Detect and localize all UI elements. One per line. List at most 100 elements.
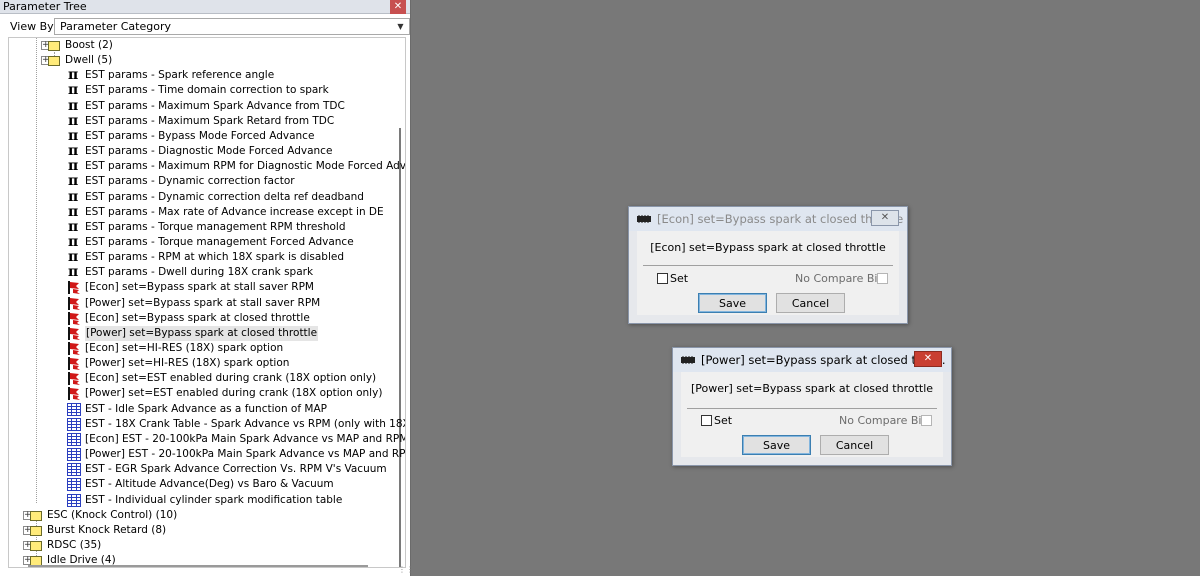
table-icon (67, 463, 81, 477)
tree-item-label: [Power] EST - 20-100kPa Main Spark Advan… (85, 448, 406, 461)
pi-icon: π (68, 97, 79, 114)
dialog-titlebar[interactable]: [Econ] set=Bypass spark at closed thrott… (629, 207, 907, 231)
chip-icon (637, 215, 651, 223)
pi-icon: π (68, 203, 79, 220)
save-button[interactable]: Save (698, 293, 767, 313)
tree-item-label: EST params - Time domain correction to s… (85, 84, 329, 97)
divider (643, 265, 893, 266)
folder-icon (47, 39, 61, 52)
tree-item-label: EST - Individual cylinder spark modifica… (85, 493, 343, 506)
folder-icon (29, 524, 43, 537)
flag-icon (67, 296, 81, 310)
parameter-tree[interactable]: + Boost (2) + Dwell (5) π EST params - Spark … (8, 37, 406, 568)
tree-item-label: EST - Altitude Advance(Deg) vs Baro & Va… (85, 478, 334, 491)
flag-icon (67, 387, 81, 401)
view-by-value: Parameter Category (60, 20, 171, 33)
panel-title: Parameter Tree (3, 0, 87, 13)
tree-item-label: [Econ] set=Bypass spark at stall saver R… (85, 281, 314, 294)
tree-item-label: EST params - RPM at which 18X spark is d… (85, 251, 345, 264)
pi-icon: π (68, 143, 79, 160)
dialog-title: [Power] set=Bypass spark at closed thro.… (701, 353, 946, 367)
close-icon[interactable]: ✕ (914, 351, 942, 367)
tree-item-label: EST params - Bypass Mode Forced Advance (85, 129, 315, 142)
tree-item-label: EST params - Dwell during 18X crank spar… (85, 266, 314, 279)
tree-item-label: [Power] set=HI-RES (18X) spark option (85, 357, 290, 370)
tree-item-label: EST params - Torque management Forced Ad… (85, 235, 354, 248)
power-dialog: [Power] set=Bypass spark at closed thro.… (672, 347, 952, 466)
pi-icon: π (68, 173, 79, 190)
pi-icon: π (68, 82, 79, 99)
pi-icon: π (68, 264, 79, 281)
set-checkbox[interactable] (657, 273, 668, 284)
close-icon[interactable]: ✕ (390, 0, 406, 14)
set-checkbox-label: Set (714, 414, 733, 427)
cancel-button[interactable]: Cancel (820, 435, 889, 455)
view-by-label: View By: (10, 20, 57, 33)
tree-item-label: ESC (Knock Control) (10) (47, 508, 178, 521)
table-icon (67, 493, 81, 507)
set-checkbox-label: Set (670, 272, 689, 285)
no-compare-bin-label: No Compare Bin (795, 272, 885, 285)
resize-grip-icon[interactable]: ⋮⋮ (398, 566, 414, 574)
flag-icon (67, 281, 81, 295)
tree-item-label: EST params - Maximum Spark Advance from … (85, 99, 345, 112)
pi-icon: π (68, 218, 79, 235)
tree-item-label: RDSC (35) (47, 538, 102, 551)
tree-item-label: [Econ] set=HI-RES (18X) spark option (85, 342, 284, 354)
folder-icon (29, 539, 43, 552)
dialog-titlebar[interactable]: [Power] set=Bypass spark at closed thro.… (673, 348, 951, 372)
dialog-title: [Econ] set=Bypass spark at closed thrott… (657, 212, 904, 226)
econ-dialog: [Econ] set=Bypass spark at closed thrott… (628, 206, 908, 324)
pi-icon: π (68, 249, 79, 266)
tree-guide-line (36, 38, 37, 503)
save-button[interactable]: Save (742, 435, 811, 455)
no-compare-bin-checkbox[interactable] (921, 415, 932, 426)
tree-item-label: [Econ] EST - 20-100kPa Main Spark Advanc… (85, 432, 406, 445)
horizontal-scrollbar[interactable] (28, 565, 368, 567)
tree-item-label: EST params - Maximum Spark Retard from T… (85, 114, 335, 127)
tree-item-label: [Power] set=Bypass spark at closed throt… (85, 325, 319, 341)
dialog-body: [Power] set=Bypass spark at closed throt… (681, 372, 943, 457)
table-icon (67, 448, 81, 462)
dialog-message: [Econ] set=Bypass spark at closed thrott… (650, 241, 886, 254)
tree-item-label: EST params - Dynamic correction factor (85, 175, 295, 188)
tree-item-label: EST params - Max rate of Advance increas… (85, 205, 384, 218)
table-icon (67, 402, 81, 416)
tree-item-label: Boost (2) (65, 39, 113, 51)
tree-item-label: [Power] set=EST enabled during crank (18… (85, 387, 383, 400)
folder-icon (47, 54, 61, 67)
tree-item-label: Dwell (5) (65, 54, 113, 67)
chevron-down-icon[interactable]: ▼ (393, 19, 408, 34)
tree-item-label: EST params - Spark reference angle (85, 69, 275, 82)
cancel-button[interactable]: Cancel (776, 293, 845, 313)
tree-item-label: EST - Idle Spark Advance as a function o… (85, 402, 327, 415)
tree-item-label: [Econ] set=Bypass spark at closed thrott… (85, 311, 310, 324)
tree-item-label: EST params - Torque management RPM thres… (85, 220, 346, 233)
flag-icon (67, 326, 81, 340)
panel-titlebar[interactable]: Parameter Tree ✕ (0, 0, 410, 14)
tree-item-label: EST - 18X Crank Table - Spark Advance vs… (85, 417, 406, 430)
tree-item-label: EST params - Maximum RPM for Diagnostic … (85, 160, 406, 173)
flag-icon (67, 311, 81, 325)
vertical-scrollbar[interactable] (399, 128, 401, 567)
pi-icon: π (68, 127, 79, 144)
pi-icon: π (68, 233, 79, 250)
flag-icon (67, 357, 81, 371)
no-compare-bin-label: No Compare Bin (839, 414, 929, 427)
flag-icon (67, 342, 81, 355)
flag-icon (67, 372, 81, 386)
view-by-row: View By: Parameter Category ▼ (8, 18, 410, 36)
pi-icon: π (68, 112, 79, 129)
chip-icon (681, 356, 695, 364)
tree-item-label: Burst Knock Retard (8) (47, 523, 167, 536)
close-icon[interactable]: ✕ (871, 210, 899, 226)
table-icon (67, 478, 81, 492)
pi-icon: π (68, 188, 79, 205)
view-by-select[interactable]: Parameter Category ▼ (54, 18, 410, 35)
tree-item-label: EST - EGR Spark Advance Correction Vs. R… (85, 463, 387, 476)
dialog-message: [Power] set=Bypass spark at closed throt… (690, 382, 934, 395)
set-checkbox[interactable] (701, 415, 712, 426)
no-compare-bin-checkbox[interactable] (877, 273, 888, 284)
pi-icon: π (68, 67, 79, 84)
dialog-body: [Econ] set=Bypass spark at closed thrott… (637, 231, 899, 315)
